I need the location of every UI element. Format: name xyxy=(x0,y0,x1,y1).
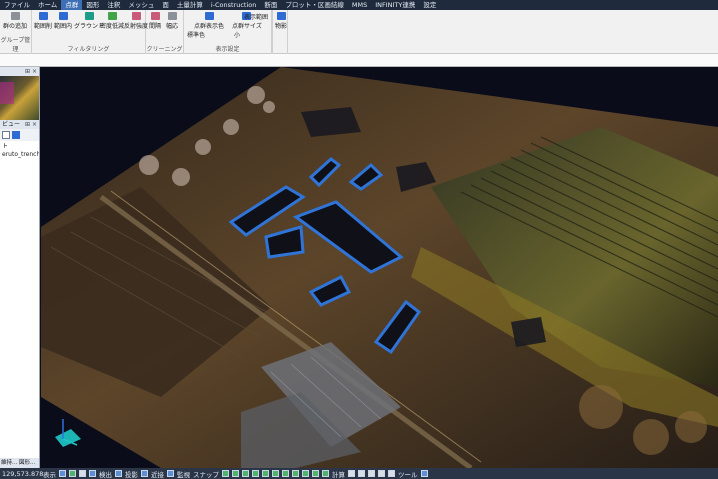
menu-item[interactable]: 土量計算 xyxy=(173,0,207,10)
snap-toggle-icon[interactable] xyxy=(292,470,299,477)
display-range-button[interactable]: 表示範囲 xyxy=(244,12,268,21)
calc-toggle-icon[interactable] xyxy=(378,470,385,477)
snap-toggle-icon[interactable] xyxy=(302,470,309,477)
display-toggle-icon[interactable] xyxy=(69,470,76,477)
display-toggle-icon[interactable] xyxy=(89,470,96,477)
snap-toggle-icon[interactable] xyxy=(222,470,229,477)
filtering-group: 範囲削 範囲内 グラウンド 密度低減 反射強度 フィルタリング xyxy=(32,10,148,54)
group-label: フィルタリング xyxy=(67,46,110,53)
snap-toggle-icon[interactable] xyxy=(282,470,289,477)
group-label: グループ管理 xyxy=(0,37,31,53)
clean-icon xyxy=(150,12,160,20)
view-panel-title: ビュー ⊞ × xyxy=(0,120,39,129)
menu-item[interactable]: メッシュ xyxy=(124,0,158,10)
status-near-label: 近接 xyxy=(151,470,164,479)
status-projection-label: 投影 xyxy=(125,470,138,479)
tree-view-icon[interactable] xyxy=(12,131,20,139)
coordinate-readout: 129,573.878 xyxy=(2,469,44,478)
projection-toggle-icon[interactable] xyxy=(141,470,148,477)
clean-icon xyxy=(167,12,177,20)
color-select[interactable]: 標準色 xyxy=(187,30,205,39)
palette-icon xyxy=(204,12,214,20)
menu-item[interactable]: 図形 xyxy=(82,0,103,10)
tree-file-item[interactable]: eruto_trench.l xyxy=(2,151,39,159)
calc-toggle-icon[interactable] xyxy=(368,470,375,477)
pin-icon[interactable]: ⊞ × xyxy=(25,67,37,76)
snap-toggle-icon[interactable] xyxy=(272,470,279,477)
group-label: 表示設定 xyxy=(215,46,240,53)
tool-toggle-icon[interactable] xyxy=(420,470,428,477)
range-inside-button[interactable]: 範囲内 xyxy=(54,12,72,30)
ground-icon xyxy=(84,12,94,20)
snap-toggle-icon[interactable] xyxy=(312,470,319,477)
range-delete-button[interactable]: 範囲削 xyxy=(34,12,52,30)
filter-icon xyxy=(38,12,48,20)
overview-panel-title: ⊞ × xyxy=(0,67,39,76)
group-label: クリーニング xyxy=(146,46,183,53)
group-add-icon xyxy=(10,12,20,20)
menu-item[interactable]: 注釈 xyxy=(103,0,124,10)
shadow-icon xyxy=(276,12,286,20)
detect-toggle-icon[interactable] xyxy=(115,470,122,477)
view-toolbar xyxy=(0,129,39,141)
menu-bar: ファイル ホーム 点群 図形 注釈 メッシュ面土量計算 i-Construction 断面 プロ… xyxy=(0,0,718,10)
menu-item[interactable]: i-Construction xyxy=(207,0,261,10)
point-cloud-render xyxy=(41,67,718,468)
snap-toggle-icon[interactable] xyxy=(252,470,259,477)
status-tool-label: ツール xyxy=(398,470,418,479)
thumbnail-highlight xyxy=(0,82,14,104)
grid-icon xyxy=(107,12,117,20)
cleaning-group: 間隔 幅応 クリーニング xyxy=(146,10,184,54)
panel-bottom-tabs[interactable]: 維持... 図形... xyxy=(0,458,39,468)
list-view-icon[interactable] xyxy=(2,131,10,139)
menu-item[interactable]: MMS xyxy=(348,0,371,10)
left-panel: ⊞ × ビュー ⊞ × ト eruto_trench.l 維持... 図形... xyxy=(0,67,40,468)
pin-icon[interactable]: ⊞ × xyxy=(25,120,37,129)
snap-toggle-icon[interactable] xyxy=(262,470,269,477)
density-reduce-button[interactable]: 密度低減 xyxy=(100,12,124,30)
status-snap-label: スナップ xyxy=(193,470,219,479)
calc-toggle-icon[interactable] xyxy=(348,470,355,477)
reflection-intensity-button[interactable]: 反射強度 xyxy=(124,12,148,30)
shadow-button[interactable]: 物影 xyxy=(275,12,287,30)
overview-thumbnail[interactable] xyxy=(0,76,39,120)
menu-item[interactable]: 断面 xyxy=(260,0,281,10)
ribbon-strip xyxy=(0,54,718,67)
intensity-icon xyxy=(131,12,141,20)
snap-toggle-icon[interactable] xyxy=(242,470,249,477)
status-calc-label: 計算 xyxy=(332,470,345,479)
filter-icon xyxy=(58,12,68,20)
menu-item[interactable]: 点群 xyxy=(61,0,83,10)
menu-item[interactable]: ホーム xyxy=(34,0,61,10)
group-management: 群の追加 グループ管理 xyxy=(0,10,32,54)
near-toggle-icon[interactable] xyxy=(167,470,174,477)
tree-root[interactable]: ト xyxy=(2,143,37,151)
menu-item[interactable]: INFINITY連携 xyxy=(371,0,419,10)
status-detect-label: 検出 xyxy=(99,470,112,479)
display-toggle-icon[interactable] xyxy=(79,470,86,477)
layer-tree: ト eruto_trench.l xyxy=(0,141,39,161)
menu-item[interactable]: プロット・区画結線 xyxy=(281,0,348,10)
status-display-label: 表示 xyxy=(43,470,56,479)
calc-toggle-icon[interactable] xyxy=(358,470,365,477)
point-color-button[interactable]: 点群表示色 xyxy=(194,12,224,30)
ribbon: 群の追加 グループ管理 範囲削 範囲内 グラウンド 密度低減 反射強度 フィルタ… xyxy=(0,10,718,54)
menu-item[interactable]: 設定 xyxy=(419,0,440,10)
menu-item[interactable]: ファイル xyxy=(0,0,34,10)
snap-toggle-icon[interactable] xyxy=(232,470,239,477)
menu-item[interactable]: 面 xyxy=(158,0,173,10)
snap-toggle-icon[interactable] xyxy=(322,470,329,477)
interval-button[interactable]: 間隔 xyxy=(149,12,161,30)
display-toggle-icon[interactable] xyxy=(59,470,66,477)
status-bar: 129,573.878 表示 検出 投影 近接 監視 スナップ 計算 ツール xyxy=(0,468,718,479)
point-cloud-viewport[interactable] xyxy=(41,67,718,468)
width-button[interactable]: 幅応 xyxy=(166,12,178,30)
calc-toggle-icon[interactable] xyxy=(388,470,395,477)
status-monitor-label: 監視 xyxy=(177,470,190,479)
add-group-button[interactable]: 群の追加 xyxy=(3,12,27,30)
shadow-group: 物影 xyxy=(272,10,288,54)
size-select[interactable]: 小 xyxy=(234,30,240,39)
